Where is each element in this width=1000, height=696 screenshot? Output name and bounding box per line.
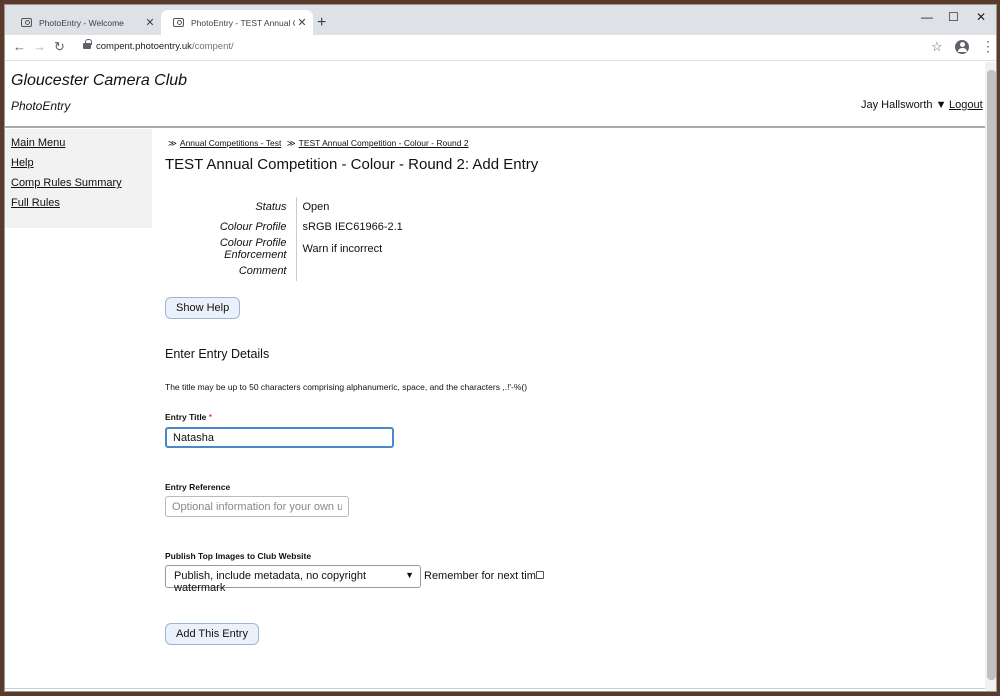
property-value: Open [302, 201, 330, 213]
lock-icon [83, 39, 92, 49]
scrollbar-thumb[interactable] [987, 70, 996, 680]
tab-title: PhotoEntry - Welcome [39, 17, 124, 28]
property-key: Colour Profile [165, 217, 297, 237]
address-bar[interactable]: compent.photoentry.uk/compent/ [96, 41, 234, 52]
property-key: Status [165, 197, 297, 217]
forward-button[interactable]: → [33, 39, 46, 54]
browser-tab-competition[interactable]: PhotoEntry - TEST Annual Comp ✕ [161, 10, 313, 35]
competition-properties: Status Open Colour Profile sRGB IEC61966-2… [165, 197, 403, 281]
camera-icon [173, 18, 184, 27]
required-marker: * [208, 412, 213, 422]
breadcrumb-separator: ≫ [168, 138, 177, 148]
site-title: Gloucester Camera Club [11, 72, 188, 89]
publish-label: Publish Top Images to Club Website [165, 551, 312, 561]
bookmark-star-icon[interactable]: ☆ [931, 39, 943, 55]
add-entry-button[interactable]: Add This Entry [165, 623, 259, 645]
reload-button[interactable]: ↻ [54, 39, 65, 55]
site-subtitle: PhotoEntry [11, 99, 71, 113]
web-page: Gloucester Camera Club PhotoEntry Jay Ha… [5, 62, 985, 691]
entry-reference-input[interactable] [165, 496, 349, 517]
url-host: compent.photoentry.uk [96, 41, 192, 52]
property-row: Status Open [165, 197, 403, 217]
new-tab-button[interactable]: + [317, 14, 326, 32]
remember-label: Remember for next time [424, 570, 542, 582]
property-row: Colour Profile Enforcement Warn if incorr… [165, 237, 403, 261]
property-key: Comment [165, 261, 297, 281]
entry-title-label: Entry Title * [165, 412, 212, 422]
entry-reference-label: Entry Reference [165, 482, 231, 492]
browser-toolbar: ← → ↻ compent.photoentry.uk/compent/ ☆ ⋮ [5, 35, 996, 61]
sidebar-item-full-rules[interactable]: Full Rules [11, 196, 152, 216]
minimize-button[interactable]: — [921, 10, 933, 24]
tab-close-icon[interactable]: ✕ [295, 16, 309, 29]
breadcrumb-competition[interactable]: TEST Annual Competition - Colour - Round… [299, 138, 469, 148]
remember-checkbox[interactable] [536, 571, 544, 579]
publish-selected-value: Publish, include metadata, no copyright … [174, 570, 367, 594]
property-value: sRGB IEC61966-2.1 [302, 221, 403, 233]
profile-avatar-icon[interactable] [955, 40, 969, 54]
title-rules-note: The title may be up to 50 characters com… [165, 382, 528, 392]
sidebar-item-help[interactable]: Help [11, 156, 152, 176]
show-help-button[interactable]: Show Help [165, 297, 241, 319]
logout-link[interactable]: Logout [949, 99, 983, 111]
property-key: Colour Profile Enforcement [165, 237, 297, 261]
tab-strip: PhotoEntry - Welcome ✕ PhotoEntry - TEST… [5, 5, 996, 35]
url-path: /compent/ [191, 41, 234, 52]
maximize-button[interactable]: ☐ [948, 10, 959, 24]
form-heading: Enter Entry Details [165, 347, 270, 361]
close-window-button[interactable]: ✕ [976, 10, 986, 24]
tab-close-icon[interactable]: ✕ [143, 16, 157, 29]
property-value [296, 261, 403, 281]
sidebar: Main Menu Help Comp Rules Summary Full R… [5, 129, 152, 228]
breadcrumb-annual-competitions[interactable]: Annual Competitions - Test [180, 138, 281, 148]
user-menu[interactable]: Jay Hallsworth ▼ [861, 99, 946, 111]
header-divider [5, 126, 985, 128]
sidebar-item-main-menu[interactable]: Main Menu [11, 136, 152, 156]
tab-title: PhotoEntry - TEST Annual Comp [191, 17, 295, 28]
chevron-down-icon: ▼ [405, 570, 414, 580]
sidebar-item-comp-rules-summary[interactable]: Comp Rules Summary [11, 176, 152, 196]
property-row: Comment [165, 261, 403, 281]
browser-tab-welcome[interactable]: PhotoEntry - Welcome ✕ [9, 10, 161, 35]
breadcrumb-separator: ≫ [286, 138, 296, 148]
entry-title-label-text: Entry Title [165, 412, 207, 422]
breadcrumb: ≫ Annual Competitions - Test ≫ TEST Annual… [165, 138, 469, 149]
property-value: Warn if incorrect [302, 243, 383, 255]
back-button[interactable]: ← [13, 39, 26, 54]
property-row: Colour Profile sRGB IEC61966-2.1 [165, 217, 403, 237]
page-scrollbar[interactable] [985, 62, 996, 691]
page-title: TEST Annual Competition - Colour - Round… [165, 156, 539, 173]
footer-divider [5, 688, 985, 689]
entry-title-input[interactable] [165, 427, 394, 448]
browser-window: PhotoEntry - Welcome ✕ PhotoEntry - TEST… [4, 4, 997, 692]
publish-select[interactable]: Publish, include metadata, no copyright … [165, 565, 421, 594]
menu-more-icon[interactable]: ⋮ [981, 38, 995, 55]
camera-icon [21, 18, 32, 27]
